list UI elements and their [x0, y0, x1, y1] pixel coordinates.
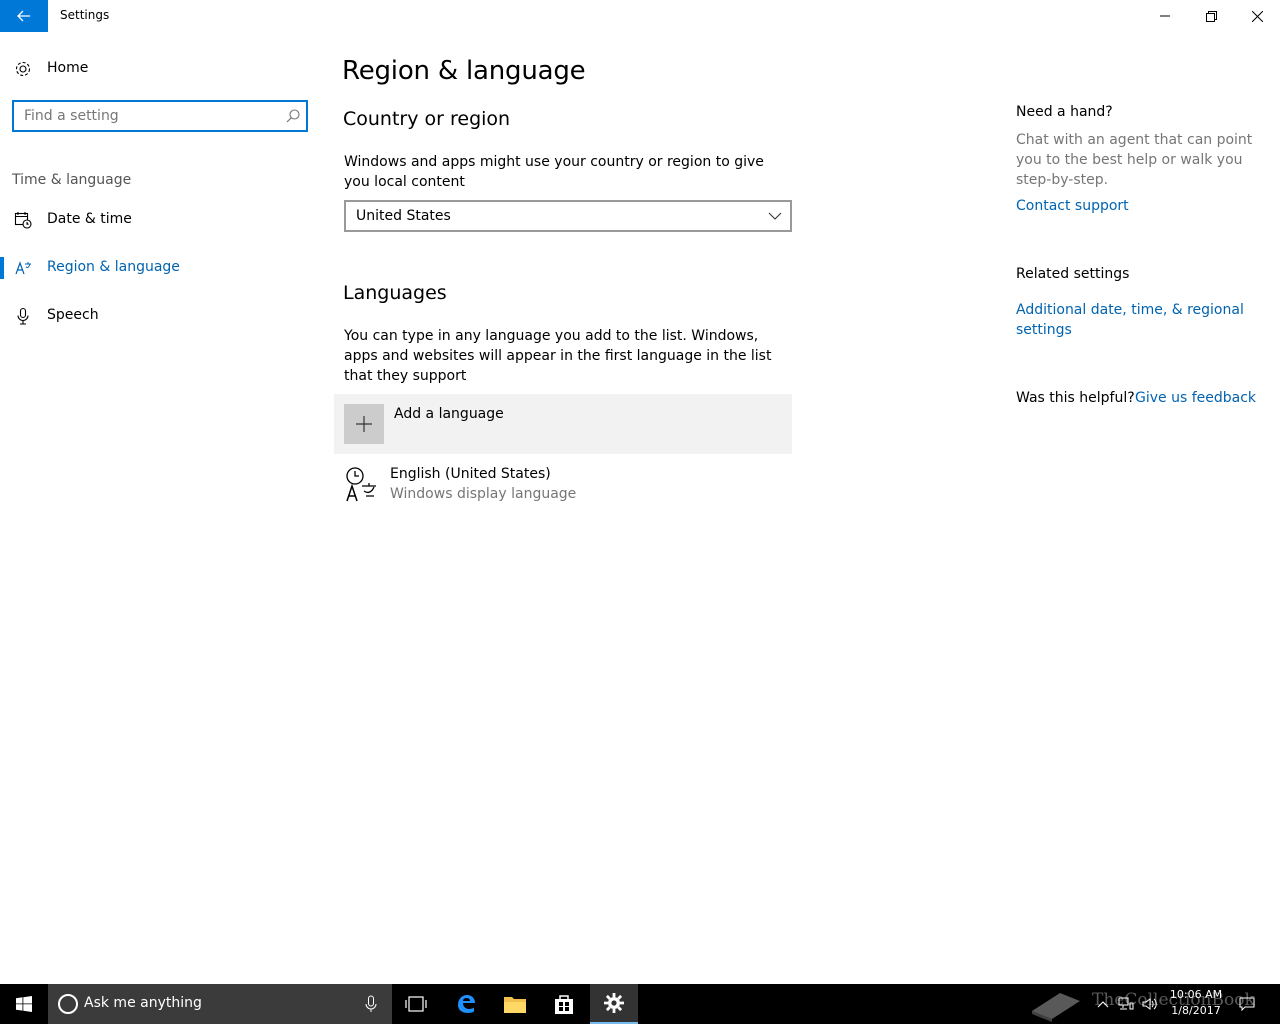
- active-indicator: [0, 257, 4, 279]
- taskbar: Ask me anything TheCollectionBook 10:06 …: [0, 984, 1280, 1024]
- title-bar: Settings: [0, 0, 1280, 32]
- back-button[interactable]: [0, 0, 48, 32]
- store-bag-icon: [555, 995, 573, 1014]
- cortana-icon: [58, 994, 78, 1014]
- close-icon: [1251, 10, 1263, 22]
- close-button[interactable]: [1234, 0, 1280, 32]
- add-language-button[interactable]: Add a language: [334, 394, 792, 454]
- cortana-search-text: Ask me anything: [84, 995, 202, 1011]
- notification-icon: [1239, 997, 1255, 1011]
- chevron-down-icon: [768, 212, 782, 220]
- chevron-up-icon: [1097, 1001, 1109, 1008]
- sidebar-item-label: Home: [47, 60, 89, 76]
- related-settings-heading: Related settings: [1016, 266, 1130, 282]
- store-button[interactable]: [540, 984, 588, 1024]
- window-title: Settings: [60, 8, 110, 22]
- languages-description: You can type in any language you add to …: [344, 328, 772, 384]
- speaker-icon: [1142, 998, 1157, 1010]
- sidebar-item-label: Region & language: [47, 259, 180, 275]
- plus-icon: [344, 404, 384, 444]
- network-icon: [1118, 997, 1134, 1010]
- sidebar-item-label: Speech: [47, 307, 99, 323]
- microphone-icon[interactable]: [364, 995, 378, 1013]
- contact-support-link[interactable]: Contact support: [1016, 196, 1266, 216]
- settings-taskbar-button[interactable]: [590, 984, 638, 1024]
- country-heading: Country or region: [343, 108, 511, 130]
- system-clock[interactable]: 10:06 AM 1/8/2017: [1164, 987, 1228, 1019]
- give-feedback-link[interactable]: Give us feedback: [1135, 388, 1275, 408]
- gear-icon: [604, 993, 624, 1013]
- sidebar-group-label: Time & language: [12, 172, 132, 188]
- add-language-label: Add a language: [394, 406, 504, 422]
- sidebar-item-label: Date & time: [47, 211, 132, 227]
- page-title: Region & language: [342, 56, 586, 86]
- region-language-icon: [15, 261, 31, 275]
- display-language-icon: [346, 467, 376, 502]
- search-input[interactable]: [14, 102, 276, 130]
- search-icon[interactable]: [286, 109, 300, 123]
- languages-heading: Languages: [343, 282, 447, 304]
- sidebar-item-region-language[interactable]: Region & language: [0, 248, 320, 288]
- edge-icon: [458, 995, 475, 1013]
- cortana-search-box[interactable]: Ask me anything: [48, 984, 392, 1024]
- language-list-item[interactable]: English (United States) Windows display …: [334, 458, 792, 514]
- feedback-question: Was this helpful?: [1016, 390, 1135, 406]
- restore-button[interactable]: [1188, 0, 1234, 32]
- action-center-button[interactable]: [1236, 984, 1258, 1024]
- edge-browser-button[interactable]: [442, 984, 490, 1024]
- back-arrow-icon: [17, 10, 30, 22]
- folder-icon: [504, 997, 526, 1013]
- start-button[interactable]: [0, 984, 48, 1024]
- search-box: [12, 100, 308, 132]
- sidebar-item-home[interactable]: Home: [0, 52, 320, 86]
- volume-button[interactable]: [1140, 984, 1160, 1024]
- sidebar-item-date-time[interactable]: Date & time: [0, 200, 320, 240]
- calendar-clock-icon: [14, 212, 32, 229]
- additional-regional-settings-link[interactable]: Additional date, time, & regional settin…: [1016, 300, 1266, 340]
- help-text: Chat with an agent that can point you to…: [1016, 132, 1253, 188]
- task-view-icon: [405, 996, 427, 1012]
- sidebar-item-speech[interactable]: Speech: [0, 296, 320, 336]
- minimize-button[interactable]: [1142, 0, 1188, 32]
- minimize-icon: [1160, 15, 1170, 17]
- show-hidden-icons-button[interactable]: [1094, 984, 1112, 1024]
- clock-time: 10:06 AM: [1169, 988, 1223, 1001]
- gear-icon: [15, 61, 31, 77]
- country-selected-value: United States: [356, 208, 451, 224]
- language-name: English (United States): [390, 466, 551, 482]
- file-explorer-button[interactable]: [491, 984, 539, 1024]
- task-view-button[interactable]: [392, 984, 440, 1024]
- language-sub-label: Windows display language: [390, 486, 577, 502]
- help-heading: Need a hand?: [1016, 104, 1113, 120]
- country-description: Windows and apps might use your country …: [344, 154, 764, 190]
- country-dropdown[interactable]: United States: [344, 200, 792, 232]
- clock-date: 1/8/2017: [1171, 1004, 1221, 1017]
- microphone-icon: [17, 307, 29, 325]
- windows-logo-icon: [16, 996, 32, 1012]
- restore-icon: [1205, 10, 1217, 22]
- book-logo-icon: [1032, 993, 1080, 1022]
- network-button[interactable]: [1116, 984, 1136, 1024]
